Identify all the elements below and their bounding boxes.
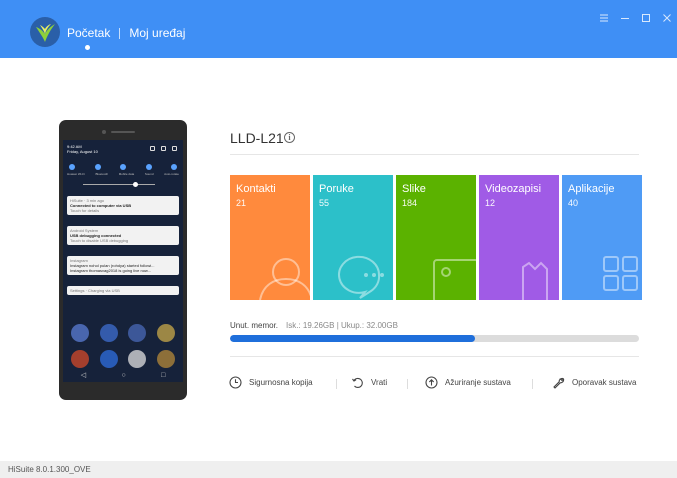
phone-home-icons bbox=[71, 324, 175, 368]
tile-count: 40 bbox=[568, 198, 579, 208]
tab-my-device[interactable]: Moj uređaj bbox=[129, 26, 185, 40]
action-divider bbox=[336, 379, 337, 389]
phone-preview: 9:42 AM Friday, August 10 Huawei Wi-Fi B… bbox=[59, 120, 187, 400]
system-recovery-label: Oporavak sustava bbox=[572, 378, 637, 387]
restore-label: Vrati bbox=[371, 378, 388, 387]
tile-label: Kontakti bbox=[236, 183, 276, 195]
window-controls bbox=[598, 11, 673, 23]
restore-button[interactable]: Vrati bbox=[351, 376, 387, 389]
tile-count: 184 bbox=[402, 198, 418, 208]
tile-count: 55 bbox=[319, 198, 330, 208]
phone-speaker bbox=[111, 131, 135, 133]
phone-camera bbox=[102, 130, 106, 134]
phone-notification: Android System USB debugging connected T… bbox=[67, 226, 179, 245]
backup-icon bbox=[229, 376, 242, 389]
tile-apps[interactable]: Aplikacije 40 bbox=[562, 175, 642, 300]
tab-home[interactable]: Početak bbox=[67, 26, 110, 40]
restore-icon bbox=[352, 377, 363, 388]
backup-label: Sigurnosna kopija bbox=[249, 378, 313, 387]
phone-notification: HiSuite · 3 min ago Connected to compute… bbox=[67, 196, 179, 215]
tile-count: 12 bbox=[485, 198, 496, 208]
phone-screen: 9:42 AM Friday, August 10 Huawei Wi-Fi B… bbox=[63, 140, 183, 382]
memory-label: Unut. memor. bbox=[230, 321, 279, 330]
toggle-label: Auto-rotate bbox=[164, 172, 179, 176]
tile-videos[interactable]: Videozapisi 12 bbox=[479, 175, 559, 300]
system-update-button[interactable]: Ažuriranje sustava bbox=[425, 376, 511, 389]
system-recovery-icon bbox=[553, 377, 565, 389]
app-header: Početak Moj uređaj bbox=[0, 0, 677, 58]
active-tab-indicator bbox=[85, 45, 90, 50]
divider bbox=[230, 356, 639, 357]
home-icon: ○ bbox=[121, 371, 126, 379]
tile-images[interactable]: Slike 184 bbox=[396, 175, 476, 300]
memory-bar-fill bbox=[230, 335, 476, 342]
tile-label: Poruke bbox=[319, 183, 354, 195]
info-icon[interactable]: i bbox=[284, 132, 295, 143]
tile-count: 21 bbox=[236, 198, 247, 208]
device-actions: Sigurnosna kopija Vrati Ažuriranje susta… bbox=[229, 376, 640, 392]
phone-date: Friday, August 10 bbox=[67, 149, 98, 154]
system-recovery-button[interactable]: Oporavak sustava bbox=[552, 376, 636, 389]
back-icon: ◁ bbox=[80, 372, 87, 379]
category-tiles: Kontakti 21 Poruke 55 Slike 184 Videozap… bbox=[230, 175, 642, 300]
tile-contacts[interactable]: Kontakti 21 bbox=[230, 175, 310, 300]
device-name: LLD-L21 bbox=[230, 130, 284, 146]
backup-button[interactable]: Sigurnosna kopija bbox=[229, 376, 313, 389]
phone-notification: Instagram Instagram nohol pulan (rohdya)… bbox=[67, 256, 179, 275]
minimize-icon[interactable] bbox=[619, 11, 631, 23]
system-update-label: Ažuriranje sustava bbox=[445, 378, 511, 387]
tile-label: Slike bbox=[402, 183, 426, 195]
action-divider bbox=[532, 379, 533, 389]
tile-label: Videozapisi bbox=[485, 183, 542, 195]
brightness-knob bbox=[133, 182, 138, 187]
menu-icon[interactable] bbox=[598, 11, 610, 23]
memory-value: Isk.: 19.26GB | Ukup.: 32.00GB bbox=[286, 321, 398, 330]
phone-toggle-labels: Huawei Wi-Fi Bluetooth Mobile data Sound… bbox=[67, 172, 179, 176]
phone-status: 9:42 AM Friday, August 10 bbox=[67, 144, 98, 154]
brightness-slider bbox=[83, 184, 155, 185]
toggle-label: Huawei Wi-Fi bbox=[67, 172, 85, 176]
maximize-icon[interactable] bbox=[640, 11, 652, 23]
divider bbox=[230, 154, 639, 155]
hisuite-logo-icon bbox=[30, 17, 60, 47]
action-divider bbox=[407, 379, 408, 389]
toggle-label: Bluetooth bbox=[95, 172, 109, 176]
phone-notification: Settings · Charging via USB bbox=[67, 286, 179, 295]
close-icon[interactable] bbox=[661, 11, 673, 23]
tile-label: Aplikacije bbox=[568, 183, 615, 195]
status-bar: HiSuite 8.0.1.300_OVE bbox=[0, 461, 677, 478]
toggle-label: Mobile data bbox=[118, 172, 135, 176]
main-nav: Početak Moj uređaj bbox=[67, 26, 185, 40]
system-update-icon bbox=[425, 376, 438, 389]
app-version: HiSuite 8.0.1.300_OVE bbox=[8, 465, 91, 474]
nav-divider bbox=[119, 27, 121, 39]
tile-messages[interactable]: Poruke 55 bbox=[313, 175, 393, 300]
phone-nav-bar: ◁ ○ □ bbox=[63, 368, 183, 382]
phone-toggles bbox=[69, 164, 177, 170]
recents-icon: □ bbox=[161, 371, 166, 379]
memory-bar bbox=[230, 335, 639, 342]
toggle-label: Sound bbox=[144, 172, 154, 176]
phone-quick-icons bbox=[150, 146, 177, 151]
